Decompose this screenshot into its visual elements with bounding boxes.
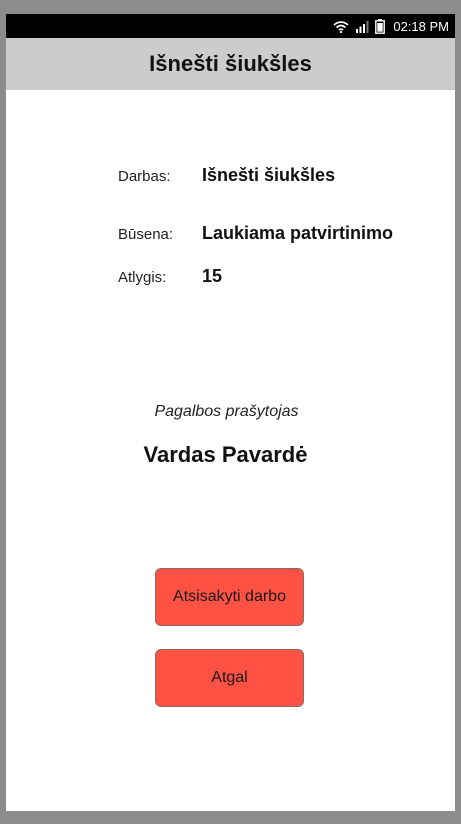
requester-caption: Pagalbos prašytojas <box>154 403 299 420</box>
signal-icon <box>355 20 369 33</box>
page-title: Išnešti šiukšles <box>149 51 312 76</box>
status-label: Būsena: <box>118 226 174 243</box>
wifi-icon <box>333 20 349 33</box>
app-screen: 02:18 PM Išnešti šiukšles Darbas: Išnešt… <box>6 14 455 811</box>
battery-icon <box>375 18 386 34</box>
reward-label: Atlygis: <box>118 269 167 286</box>
status-time: 02:18 PM <box>393 18 449 34</box>
back-button[interactable]: Atgal <box>155 649 304 707</box>
detail-row-reward: Atlygis: 15 <box>118 266 222 287</box>
requester-name: Vardas Pavardė <box>143 442 308 467</box>
job-label: Darbas: <box>118 168 171 185</box>
device-frame: 02:18 PM Išnešti šiukšles Darbas: Išnešt… <box>0 0 461 824</box>
detail-row-status: Būsena: Laukiama patvirtinimo <box>118 223 393 244</box>
job-value: Išnešti šiukšles <box>202 165 336 185</box>
status-value: Laukiama patvirtinimo <box>202 223 394 243</box>
title-bar: Išnešti šiukšles <box>6 38 455 90</box>
reward-value: 15 <box>202 266 223 286</box>
cancel-job-button[interactable]: Atsisakyti darbo <box>155 568 304 626</box>
status-bar: 02:18 PM <box>6 14 455 38</box>
detail-row-job: Darbas: Išnešti šiukšles <box>118 165 335 186</box>
